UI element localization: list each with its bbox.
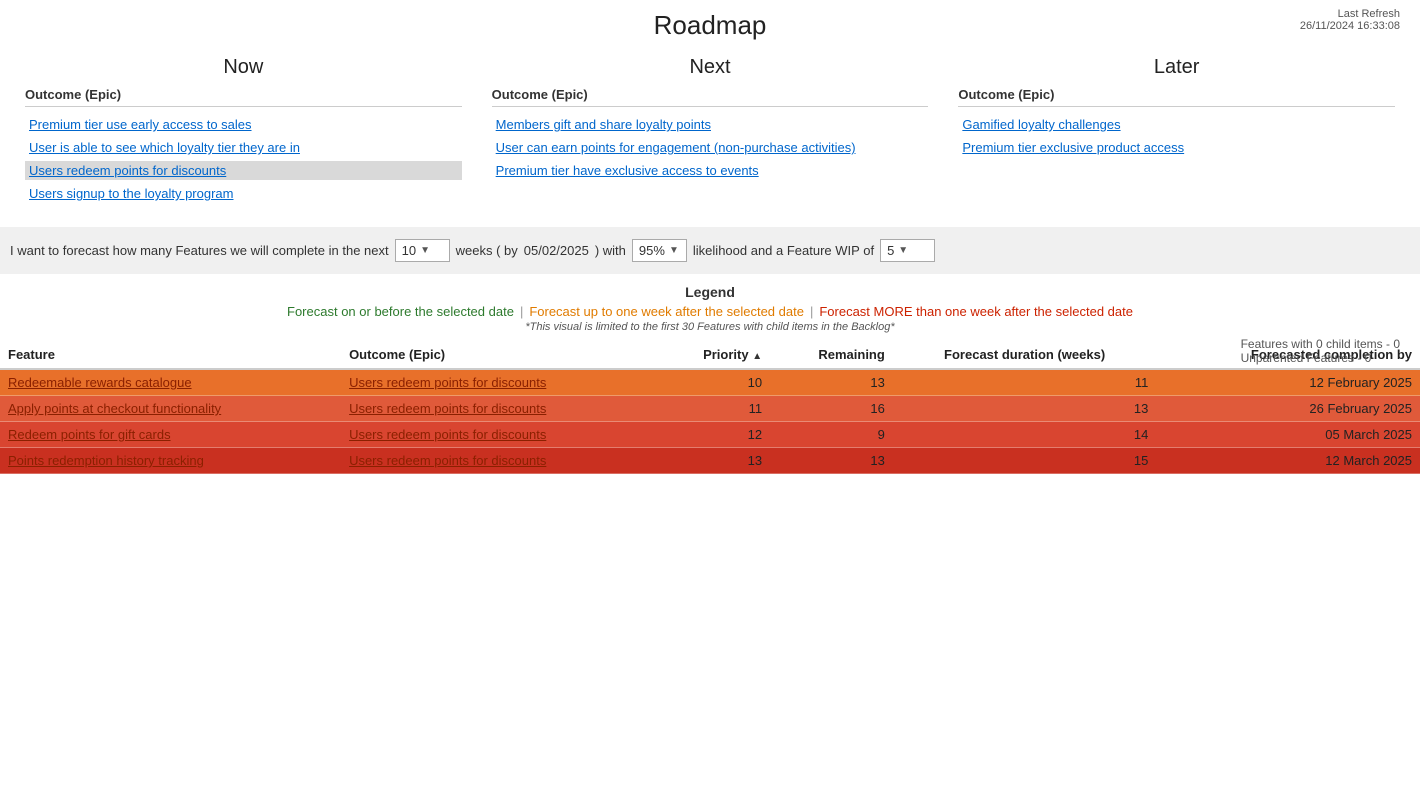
feature-link-1: Apply points at checkout functionality (8, 401, 221, 416)
weeks-value: 10 (402, 243, 416, 258)
table-row: Redeemable rewards catalogue Users redee… (0, 369, 1420, 396)
forecast-weeks-label: weeks ( by (456, 243, 518, 258)
outcome-link-0: Users redeem points for discounts (349, 375, 546, 390)
legend-green-label: Forecast on or before the selected date (287, 304, 514, 319)
wip-value: 5 (887, 243, 894, 258)
weeks-selector[interactable]: 10 ▼ (395, 239, 450, 262)
table-header-row: Feature Outcome (Epic) Priority ▲ Remain… (0, 341, 1420, 369)
legend-sep-2: | (810, 304, 813, 319)
page-title: Roadmap (0, 10, 1420, 41)
cell-completion-1: 26 February 2025 (1156, 396, 1420, 422)
roadmap-col-now: Now Outcome (Epic) Premium tier use earl… (10, 56, 477, 207)
roadmap-item-now-0[interactable]: Premium tier use early access to sales (25, 115, 462, 134)
cell-priority-2: 12 (658, 422, 770, 448)
cell-duration-1: 13 (893, 396, 1157, 422)
legend-note: *This visual is limited to the first 30 … (0, 321, 1420, 333)
features-zero-items: Features with 0 child items - 0 (1241, 337, 1400, 351)
cell-duration-0: 11 (893, 369, 1157, 396)
likelihood-selector[interactable]: 95% ▼ (632, 239, 687, 262)
likelihood-value: 95% (639, 243, 665, 258)
table-body: Redeemable rewards catalogue Users redee… (0, 369, 1420, 474)
page-header: Roadmap Last Refresh 26/11/2024 16:33:08 (0, 0, 1420, 46)
cell-completion-2: 05 March 2025 (1156, 422, 1420, 448)
col-forecast-duration: Forecast duration (weeks) (893, 341, 1157, 369)
cell-feature-3[interactable]: Points redemption history tracking (0, 448, 341, 474)
col-feature: Feature (0, 341, 341, 369)
col-header-now: Now (25, 56, 462, 79)
cell-feature-0[interactable]: Redeemable rewards catalogue (0, 369, 341, 396)
col-subtitle-now: Outcome (Epic) (25, 87, 462, 107)
outcome-link-2: Users redeem points for discounts (349, 427, 546, 442)
chevron-down-icon: ▼ (420, 245, 430, 256)
roadmap-item-later-0[interactable]: Gamified loyalty challenges (958, 115, 1395, 134)
outcome-link-3: Users redeem points for discounts (349, 453, 546, 468)
cell-priority-0: 10 (658, 369, 770, 396)
legend-container: Legend Forecast on or before the selecte… (0, 284, 1420, 333)
cell-duration-3: 15 (893, 448, 1157, 474)
feature-link-3: Points redemption history tracking (8, 453, 204, 468)
forecast-date: 05/02/2025 (524, 243, 589, 258)
roadmap-item-next-1[interactable]: User can earn points for engagement (non… (492, 138, 929, 157)
cell-outcome-2[interactable]: Users redeem points for discounts (341, 422, 658, 448)
legend-orange-label: Forecast up to one week after the select… (529, 304, 804, 319)
legend-items: Forecast on or before the selected date … (0, 304, 1420, 319)
legend-right-info: Features with 0 child items - 0 Unparent… (1241, 337, 1400, 365)
col-header-later: Later (958, 56, 1395, 79)
cell-completion-0: 12 February 2025 (1156, 369, 1420, 396)
forecast-prefix: I want to forecast how many Features we … (10, 243, 389, 258)
cell-remaining-0: 13 (770, 369, 893, 396)
legend-title: Legend (0, 284, 1420, 300)
cell-priority-1: 11 (658, 396, 770, 422)
outcome-link-1: Users redeem points for discounts (349, 401, 546, 416)
cell-priority-3: 13 (658, 448, 770, 474)
roadmap-col-later: Later Outcome (Epic) Gamified loyalty ch… (943, 56, 1410, 207)
cell-outcome-0[interactable]: Users redeem points for discounts (341, 369, 658, 396)
cell-feature-2[interactable]: Redeem points for gift cards (0, 422, 341, 448)
cell-feature-1[interactable]: Apply points at checkout functionality (0, 396, 341, 422)
col-priority[interactable]: Priority ▲ (658, 341, 770, 369)
cell-remaining-2: 9 (770, 422, 893, 448)
cell-outcome-1[interactable]: Users redeem points for discounts (341, 396, 658, 422)
roadmap-item-now-1[interactable]: User is able to see which loyalty tier t… (25, 138, 462, 157)
table-row: Points redemption history tracking Users… (0, 448, 1420, 474)
unparented-features: Unparented Features - 0 (1241, 351, 1400, 365)
forecast-table: Feature Outcome (Epic) Priority ▲ Remain… (0, 341, 1420, 474)
table-section: Feature Outcome (Epic) Priority ▲ Remain… (0, 341, 1420, 474)
legend-section: Legend Forecast on or before the selecte… (0, 284, 1420, 333)
roadmap-item-next-0[interactable]: Members gift and share loyalty points (492, 115, 929, 134)
table-row: Redeem points for gift cards Users redee… (0, 422, 1420, 448)
roadmap-col-next: Next Outcome (Epic) Members gift and sha… (477, 56, 944, 207)
cell-outcome-3[interactable]: Users redeem points for discounts (341, 448, 658, 474)
last-refresh-label: Last Refresh (1300, 8, 1400, 20)
feature-link-2: Redeem points for gift cards (8, 427, 171, 442)
forecast-close-paren: ) with (595, 243, 626, 258)
cell-completion-3: 12 March 2025 (1156, 448, 1420, 474)
col-outcome: Outcome (Epic) (341, 341, 658, 369)
legend-red-label: Forecast MORE than one week after the se… (819, 304, 1133, 319)
col-remaining: Remaining (770, 341, 893, 369)
col-subtitle-next: Outcome (Epic) (492, 87, 929, 107)
wip-selector[interactable]: 5 ▼ (880, 239, 935, 262)
last-refresh-section: Last Refresh 26/11/2024 16:33:08 (1300, 8, 1400, 32)
feature-link-0: Redeemable rewards catalogue (8, 375, 192, 390)
cell-remaining-1: 16 (770, 396, 893, 422)
roadmap-section: Now Outcome (Epic) Premium tier use earl… (0, 56, 1420, 207)
col-subtitle-later: Outcome (Epic) (958, 87, 1395, 107)
cell-remaining-3: 13 (770, 448, 893, 474)
forecast-suffix: likelihood and a Feature WIP of (693, 243, 874, 258)
roadmap-item-now-2[interactable]: Users redeem points for discounts (25, 161, 462, 180)
last-refresh-value: 26/11/2024 16:33:08 (1300, 20, 1400, 32)
roadmap-item-now-3[interactable]: Users signup to the loyalty program (25, 184, 462, 203)
sort-icon: ▲ (752, 351, 762, 362)
col-header-next: Next (492, 56, 929, 79)
roadmap-item-next-2[interactable]: Premium tier have exclusive access to ev… (492, 161, 929, 180)
chevron-down-icon-2: ▼ (669, 245, 679, 256)
table-row: Apply points at checkout functionality U… (0, 396, 1420, 422)
legend-sep-1: | (520, 304, 523, 319)
forecast-bar: I want to forecast how many Features we … (0, 227, 1420, 274)
cell-duration-2: 14 (893, 422, 1157, 448)
roadmap-item-later-1[interactable]: Premium tier exclusive product access (958, 138, 1395, 157)
chevron-down-icon-3: ▼ (898, 245, 908, 256)
